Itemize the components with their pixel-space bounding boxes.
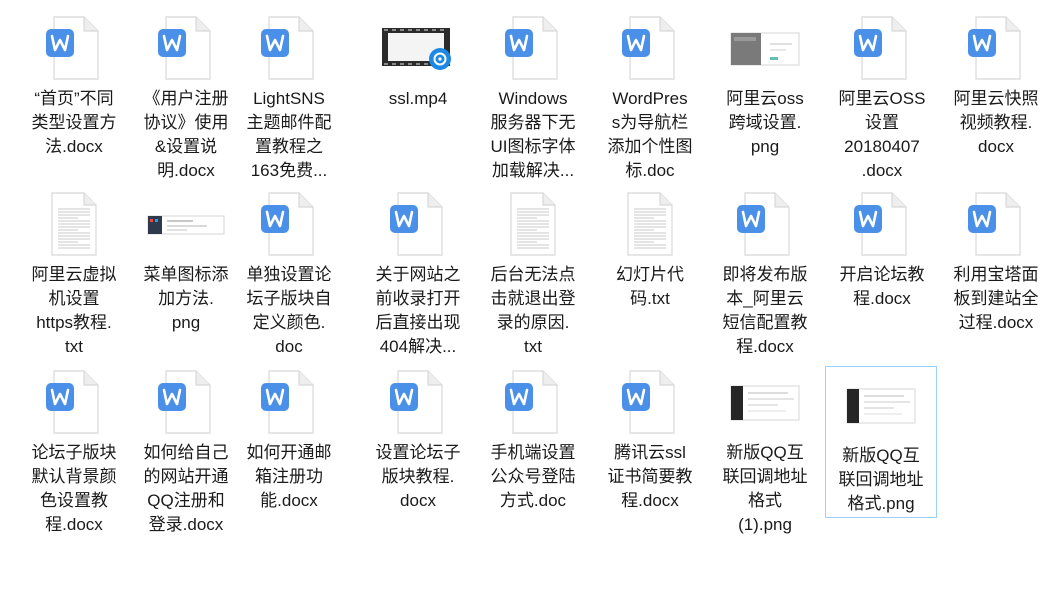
file-item[interactable]: 阿里云oss 跨域设置. png — [709, 10, 821, 159]
word-doc-icon — [493, 16, 573, 80]
word-doc-icon — [249, 192, 329, 256]
file-name: 即将发布版 本_阿里云 短信配置教 程.docx — [722, 265, 808, 356]
file-item[interactable]: 后台无法点 击就退出登 录的原因. txt — [477, 186, 589, 359]
word-doc-icon — [146, 16, 226, 80]
file-name: LightSNS 主题邮件配 置教程之 163免费... — [246, 89, 332, 180]
file-name: “首页”不同 类型设置方 法.docx — [31, 89, 117, 156]
word-doc-icon — [378, 370, 458, 434]
word-doc-icon — [146, 370, 226, 434]
file-item[interactable]: 如何开通邮 箱注册功 能.docx — [233, 364, 345, 513]
word-doc-icon — [610, 370, 690, 434]
image-thumbnail-icon — [841, 373, 921, 437]
file-name: 单独设置论 坛子版块自 定义颜色. doc — [246, 265, 332, 356]
file-item[interactable]: 单独设置论 坛子版块自 定义颜色. doc — [233, 186, 345, 359]
file-name: 阿里云虚拟 机设置 https教程. txt — [31, 265, 117, 356]
word-doc-icon — [956, 16, 1036, 80]
file-name: 如何开通邮 箱注册功 能.docx — [246, 443, 332, 510]
file-name: 关于网站之 前收录打开 后直接出现 404解决... — [375, 265, 461, 356]
file-name: 阿里云快照 视频教程. docx — [953, 89, 1039, 156]
image-thumbnail-icon — [725, 370, 805, 434]
word-doc-icon — [610, 16, 690, 80]
file-item[interactable]: 开启论坛教 程.docx — [826, 186, 938, 311]
file-item[interactable]: LightSNS 主题邮件配 置教程之 163免费... — [233, 10, 345, 183]
file-name: 设置论坛子 版块教程. docx — [375, 443, 461, 510]
file-name: 阿里云oss 跨域设置. png — [726, 89, 804, 156]
file-item[interactable]: ssl.mp4 — [362, 10, 474, 111]
file-name: 菜单图标添 加方法. png — [143, 265, 229, 332]
file-name: 手机端设置 公众号登陆 方式.doc — [490, 443, 576, 510]
word-doc-icon — [34, 16, 114, 80]
file-name: 新版QQ互 联回调地址 格式 (1).png — [722, 443, 808, 534]
file-item-selected[interactable]: 新版QQ互 联回调地址 格式.png — [825, 366, 937, 518]
file-name: 后台无法点 击就退出登 录的原因. txt — [490, 265, 576, 356]
file-item[interactable]: 腾讯云ssl 证书简要教 程.docx — [594, 364, 706, 513]
file-item[interactable]: 幻灯片代 码.txt — [594, 186, 706, 311]
file-item[interactable]: 即将发布版 本_阿里云 短信配置教 程.docx — [709, 186, 821, 359]
file-name: 新版QQ互 联回调地址 格式.png — [838, 446, 924, 513]
word-doc-icon — [842, 16, 922, 80]
video-file-icon — [378, 16, 458, 80]
file-name: 开启论坛教 程.docx — [839, 265, 925, 308]
file-item[interactable]: WordPres s为导航栏 添加个性图 标.doc — [594, 10, 706, 183]
file-item[interactable]: 菜单图标添 加方法. png — [130, 186, 242, 335]
file-name: 利用宝塔面 板到建站全 过程.docx — [953, 265, 1039, 332]
file-name: 幻灯片代 码.txt — [616, 265, 684, 308]
word-doc-icon — [378, 192, 458, 256]
word-doc-icon — [34, 370, 114, 434]
file-name: 论坛子版块 默认背景颜 色设置教 程.docx — [31, 443, 117, 534]
word-doc-icon — [956, 192, 1036, 256]
text-file-icon — [34, 192, 114, 256]
file-item[interactable]: 利用宝塔面 板到建站全 过程.docx — [940, 186, 1052, 335]
file-name: ssl.mp4 — [388, 89, 448, 108]
file-name: Windows 服务器下无 UI图标字体 加载解决... — [490, 89, 576, 180]
file-name: 腾讯云ssl 证书简要教 程.docx — [607, 443, 693, 510]
text-file-icon — [610, 192, 690, 256]
file-item[interactable]: 论坛子版块 默认背景颜 色设置教 程.docx — [18, 364, 130, 537]
image-thumbnail-icon — [146, 192, 226, 256]
file-item[interactable]: 阿里云快照 视频教程. docx — [940, 10, 1052, 159]
file-item[interactable]: 设置论坛子 版块教程. docx — [362, 364, 474, 513]
file-name: WordPres s为导航栏 添加个性图 标.doc — [607, 89, 693, 180]
word-doc-icon — [725, 192, 805, 256]
file-item[interactable]: “首页”不同 类型设置方 法.docx — [18, 10, 130, 159]
file-item[interactable]: Windows 服务器下无 UI图标字体 加载解决... — [477, 10, 589, 183]
word-doc-icon — [249, 16, 329, 80]
file-item[interactable]: 新版QQ互 联回调地址 格式 (1).png — [709, 364, 821, 537]
file-name: 如何给自己 的网站开通 QQ注册和 登录.docx — [143, 443, 229, 534]
word-doc-icon — [493, 370, 573, 434]
file-item[interactable]: 如何给自己 的网站开通 QQ注册和 登录.docx — [130, 364, 242, 537]
image-thumbnail-icon — [725, 16, 805, 80]
word-doc-icon — [249, 370, 329, 434]
file-item[interactable]: 关于网站之 前收录打开 后直接出现 404解决... — [362, 186, 474, 359]
text-file-icon — [493, 192, 573, 256]
file-item[interactable]: 手机端设置 公众号登陆 方式.doc — [477, 364, 589, 513]
file-item[interactable]: 阿里云OSS 设置 20180407 .docx — [826, 10, 938, 183]
word-doc-icon — [842, 192, 922, 256]
file-name: 阿里云OSS 设置 20180407 .docx — [838, 89, 926, 180]
file-grid: “首页”不同 类型设置方 法.docx 《用户注册 协议》使用 &设置说 明.d… — [0, 0, 1056, 607]
file-item[interactable]: 阿里云虚拟 机设置 https教程. txt — [18, 186, 130, 359]
file-item[interactable]: 《用户注册 协议》使用 &设置说 明.docx — [130, 10, 242, 183]
file-name: 《用户注册 协议》使用 &设置说 明.docx — [143, 89, 229, 180]
